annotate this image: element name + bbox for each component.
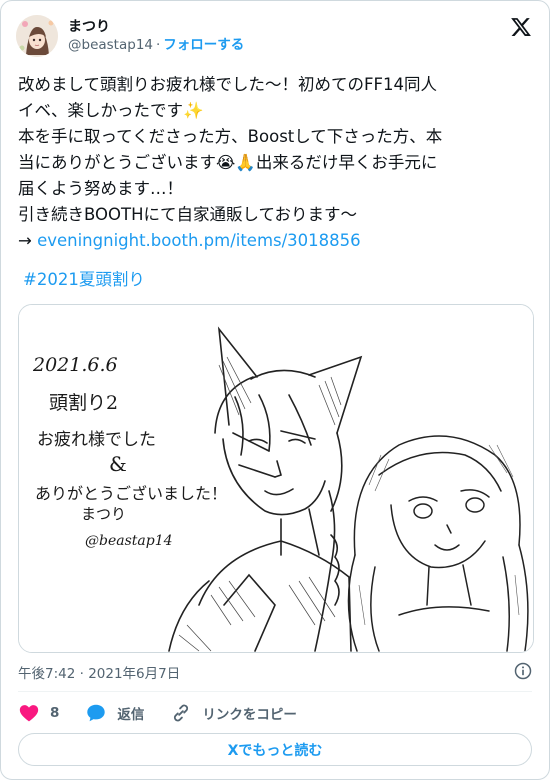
image-thanks2: ありがとうございました！ bbox=[35, 484, 227, 503]
tweet-image[interactable]: 2021.6.6 頭割り2 お疲れ様でした & ありがとうございました！ まつり… bbox=[18, 304, 534, 653]
reply-button[interactable]: 返信 bbox=[85, 702, 144, 724]
follow-button[interactable]: フォローする bbox=[163, 37, 244, 53]
tweet-card: まつり @beastap14 · フォローする 改めまして頭割りお疲れ様でした〜！初… bbox=[0, 0, 550, 780]
author-names: まつり @beastap14 · フォローする bbox=[68, 18, 244, 54]
info-icon[interactable] bbox=[513, 661, 533, 681]
like-button[interactable]: 8 bbox=[18, 702, 59, 724]
arrow-text: → bbox=[18, 231, 38, 250]
tweet-line: 当にありがとうございます😭🙏出来るだけ早くお手元に bbox=[18, 153, 438, 172]
tweet-header: まつり @beastap14 · フォローする bbox=[16, 14, 534, 58]
image-thanks1: お疲れ様でした bbox=[37, 430, 156, 450]
tweet-line: 改めまして頭割りお疲れ様でした〜！初めてのFF14同人 bbox=[18, 75, 437, 94]
heart-icon bbox=[19, 705, 39, 722]
sketch-illustration: 2021.6.6 頭割り2 お疲れ様でした & ありがとうございました！ まつり… bbox=[19, 305, 533, 652]
image-date: 2021.6.6 bbox=[32, 354, 118, 376]
author-handle-line: @beastap14 · フォローする bbox=[68, 36, 244, 54]
reply-label: 返信 bbox=[117, 707, 145, 723]
tweet-line: イベ、楽しかったです✨ bbox=[18, 101, 204, 120]
tweet-line: 引き続きBOOTHにて自家通販しております〜 bbox=[18, 205, 358, 224]
image-signature: まつり bbox=[81, 505, 126, 523]
copy-link-button[interactable]: リンクをコピー bbox=[170, 702, 297, 724]
copy-link-label: リンクをコピー bbox=[202, 707, 297, 723]
read-more-button[interactable]: Xでもっと読む bbox=[18, 733, 532, 766]
hashtag-link[interactable]: #2021夏頭割り bbox=[23, 267, 145, 293]
action-bar: 8 返信 リンクをコピー bbox=[18, 701, 323, 725]
tweet-timestamp[interactable]: 午後7:42 · 2021年6月7日 bbox=[18, 662, 180, 682]
reply-bubble-icon bbox=[87, 704, 106, 722]
divider bbox=[18, 691, 532, 692]
image-event: 頭割り2 bbox=[49, 392, 118, 414]
image-amp: & bbox=[109, 452, 127, 476]
image-sig-handle: @beastap14 bbox=[85, 533, 173, 549]
author-display-name[interactable]: まつり bbox=[68, 18, 244, 36]
link-icon bbox=[174, 704, 189, 722]
separator-dot: · bbox=[156, 37, 161, 53]
tweet-text: 改めまして頭割りお疲れ様でした〜！初めてのFF14同人 イベ、楽しかったです✨ … bbox=[18, 72, 538, 254]
author-handle[interactable]: @beastap14 bbox=[68, 37, 153, 53]
tweet-line: 届くよう努めます…！ bbox=[18, 179, 183, 198]
like-count: 8 bbox=[50, 705, 60, 721]
avatar[interactable] bbox=[16, 15, 58, 57]
x-logo-icon[interactable] bbox=[510, 16, 532, 38]
booth-link[interactable]: eveningnight.booth.pm/items/3018856 bbox=[37, 231, 361, 250]
tweet-line: 本を手に取ってくださった方、Boostして下さった方、本 bbox=[18, 127, 443, 146]
